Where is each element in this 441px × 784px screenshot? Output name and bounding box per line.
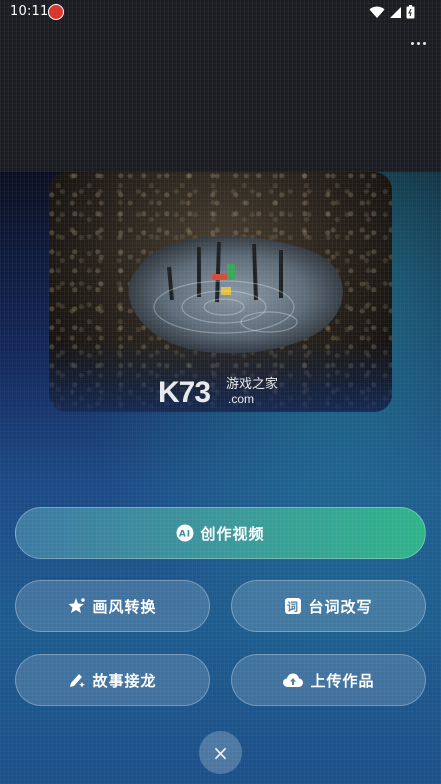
watermark-brand: K73 <box>158 376 211 409</box>
cloud-upload-icon <box>282 672 304 688</box>
word-card-icon: 词 <box>284 597 302 615</box>
pen-sparkle-icon <box>68 671 86 689</box>
more-options-button[interactable] <box>407 36 429 50</box>
line-rewrite-button[interactable]: 词 台词改写 <box>231 580 426 632</box>
wifi-icon <box>369 6 385 18</box>
svg-text:AI: AI <box>179 530 191 540</box>
story-chain-button[interactable]: 故事接龙 <box>15 654 210 706</box>
cellular-signal-icon <box>390 6 401 18</box>
watermark-domain: .com <box>228 392 255 406</box>
status-bar: 10:11 <box>0 0 441 26</box>
upload-works-label: 上传作品 <box>310 671 375 690</box>
status-time: 10:11 <box>10 4 49 19</box>
creation-menu-screen: 10:11 K73 游戏之家 .com AI 创作视频 画风转换 词 台词改写 … <box>0 0 441 784</box>
style-transfer-button[interactable]: 画风转换 <box>15 580 210 632</box>
more-horizontal-icon <box>410 41 414 45</box>
close-button[interactable]: × <box>199 731 242 774</box>
battery-icon <box>406 5 415 19</box>
style-transfer-label: 画风转换 <box>92 597 157 616</box>
sparkle-star-icon <box>68 597 86 615</box>
story-chain-label: 故事接龙 <box>92 671 157 690</box>
create-video-label: 创作视频 <box>200 524 265 543</box>
status-icons <box>369 5 415 19</box>
watermark: K73 游戏之家 .com <box>158 376 288 410</box>
close-icon: × <box>212 740 229 765</box>
create-video-button[interactable]: AI 创作视频 <box>15 507 426 559</box>
ai-badge-icon: AI <box>176 524 194 542</box>
app-notification-icon <box>48 4 64 20</box>
upload-works-button[interactable]: 上传作品 <box>231 654 426 706</box>
svg-text:词: 词 <box>287 601 299 614</box>
line-rewrite-label: 台词改写 <box>308 597 373 616</box>
